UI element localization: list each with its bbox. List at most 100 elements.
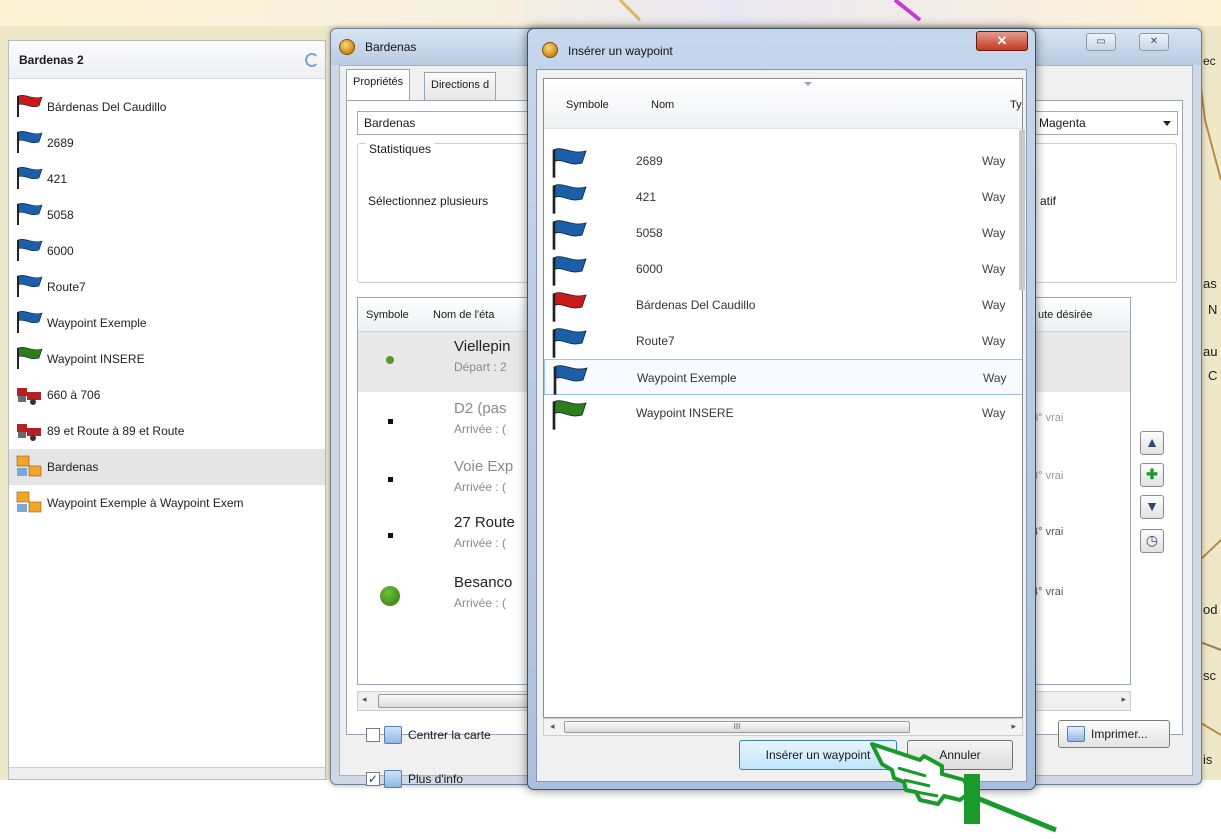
tree-item[interactable]: 421 <box>9 161 325 197</box>
waypoint-name: Waypoint INSERE <box>636 406 734 420</box>
tree-item-label: 2689 <box>47 136 74 150</box>
waypoint-row[interactable]: 5058 Way <box>544 215 1022 251</box>
column-symbol[interactable]: Symbole <box>366 309 409 321</box>
waypoint-row[interactable]: 2689 Way <box>544 143 1022 179</box>
scroll-thumb[interactable] <box>378 694 528 708</box>
waypoint-list-header: Symbole Nom Ty <box>544 79 1022 129</box>
column-name[interactable]: Nom de l'éta <box>433 309 494 321</box>
point-icon <box>388 477 393 482</box>
route-point-name: D2 (pas <box>454 400 507 417</box>
close-button[interactable]: ✕ <box>1139 33 1169 51</box>
tree-item[interactable]: 6000 <box>9 233 325 269</box>
waypoint-type: Way <box>982 334 1006 348</box>
blue-flag-icon <box>15 238 45 264</box>
column-name[interactable]: Nom <box>651 99 674 111</box>
route-point-subtitle: Arrivée : ( <box>454 422 507 436</box>
clock-button[interactable]: ◷ <box>1140 529 1164 553</box>
column-symbol[interactable]: Symbole <box>566 99 609 111</box>
tab-directions[interactable]: Directions d <box>424 72 497 100</box>
tree-item-label: Waypoint Exemple à Waypoint Exem <box>47 496 244 510</box>
route-point-heading: 4° vrai <box>1032 586 1064 598</box>
panel-title: Bardenas 2 <box>19 52 84 67</box>
sort-indicator-icon <box>804 82 812 86</box>
waypoint-row[interactable]: 6000 Way <box>544 251 1022 287</box>
tab-properties[interactable]: Propriétés <box>346 69 411 101</box>
waypoint-name: Bárdenas Del Caudillo <box>636 298 756 312</box>
tree-item[interactable]: Route7 <box>9 269 325 305</box>
move-down-button[interactable]: ▼ <box>1140 495 1164 519</box>
map-label: C <box>1208 368 1218 383</box>
point-icon <box>388 533 393 538</box>
scroll-left-icon[interactable]: ◂ <box>362 694 367 705</box>
blue-flag-icon <box>15 130 45 156</box>
dialog-client: Symbole Nom Ty 2689 Way 421 Way 5058 Way 6000 W… <box>536 69 1027 782</box>
tree-item[interactable]: 89 et Route à 89 et Route <box>9 413 325 449</box>
map-label: od <box>1203 602 1218 617</box>
window-title: Bardenas <box>365 40 417 54</box>
waypoint-type: Way <box>982 262 1006 276</box>
route-name-field[interactable]: Bardenas <box>357 111 532 135</box>
statistics-value: atif <box>1040 194 1057 208</box>
waypoint-row[interactable]: Route7 Way <box>544 323 1022 359</box>
waypoint-list: Symbole Nom Ty 2689 Way 421 Way 5058 Way 6000 W… <box>543 78 1023 718</box>
map-label: N <box>1208 302 1218 317</box>
tree-item[interactable]: Bardenas <box>9 449 325 485</box>
chevron-down-icon <box>1163 121 1171 126</box>
center-map-checkbox[interactable] <box>366 728 380 742</box>
route-point-subtitle: Arrivée : ( <box>454 480 507 494</box>
route-point-subtitle: Arrivée : ( <box>454 536 507 550</box>
tree-item[interactable]: 5058 <box>9 197 325 233</box>
print-button[interactable]: Imprimer... <box>1058 720 1170 748</box>
insert-waypoint-dialog: Insérer un waypoint ✕ Symbole Nom Ty 268… <box>527 28 1036 790</box>
tree-list: Bárdenas Del Caudillo 2689 421 5058 6000 Rout… <box>9 79 325 521</box>
tree-item[interactable]: 660 à 706 <box>9 377 325 413</box>
tree-item[interactable]: Waypoint INSERE <box>9 341 325 377</box>
tree-item[interactable]: 2689 <box>9 125 325 161</box>
tree-item[interactable]: Waypoint Exemple <box>9 305 325 341</box>
center-map-icon <box>384 726 402 744</box>
add-button[interactable]: ✚ <box>1140 463 1164 487</box>
print-label: Imprimer... <box>1091 727 1148 741</box>
route-point-subtitle: Départ : 2 <box>454 360 507 374</box>
waypoint-type: Way <box>982 226 1006 240</box>
blue-flag-icon <box>550 327 590 359</box>
column-heading[interactable]: ute désirée <box>1038 309 1092 321</box>
tree-item-label: Route7 <box>47 280 86 294</box>
route-point-heading: 4° vrai <box>1032 526 1064 538</box>
more-info-checkbox[interactable]: ✓ <box>366 772 380 786</box>
route-icon <box>15 490 45 516</box>
refresh-icon[interactable] <box>305 53 319 67</box>
tree-item-label: Waypoint Exemple <box>47 316 147 330</box>
restore-button[interactable]: ▭ <box>1086 33 1116 51</box>
blue-flag-icon <box>15 274 45 300</box>
waypoint-type: Way <box>982 298 1006 312</box>
scroll-left-icon[interactable]: ◂ <box>550 721 555 732</box>
tree-item-label: 660 à 706 <box>47 388 101 402</box>
statistics-text: Sélectionnez plusieurs <box>368 194 489 208</box>
tree-item[interactable]: Waypoint Exemple à Waypoint Exem <box>9 485 325 521</box>
list-vertical-scrollbar[interactable] <box>1019 130 1025 290</box>
more-info-icon <box>384 770 402 788</box>
scroll-thumb[interactable]: III <box>564 721 910 733</box>
end-point-icon <box>380 586 400 606</box>
blue-flag-icon <box>550 147 590 179</box>
move-up-button[interactable]: ▲ <box>1140 431 1164 455</box>
printer-icon <box>1067 726 1085 742</box>
dialog-close-button[interactable]: ✕ <box>976 31 1028 51</box>
route-icon <box>15 454 45 480</box>
tree-item-label: 6000 <box>47 244 74 258</box>
map-label: ec <box>1203 54 1216 68</box>
route-color-select[interactable]: Magenta <box>1032 111 1178 135</box>
scroll-right-icon[interactable]: ▸ <box>1011 721 1016 732</box>
column-type[interactable]: Ty <box>1010 99 1022 111</box>
dialog-horizontal-scrollbar[interactable]: ◂ III ▸ <box>543 718 1023 736</box>
waypoint-row[interactable]: Waypoint Exemple Way <box>544 359 1022 395</box>
waypoint-row[interactable]: Waypoint INSERE Way <box>544 395 1022 431</box>
route-point-subtitle: Arrivée : ( <box>454 596 507 610</box>
tree-item-label: 421 <box>47 172 68 186</box>
waypoint-row[interactable]: Bárdenas Del Caudillo Way <box>544 287 1022 323</box>
statistics-legend: Statistiques <box>366 142 435 156</box>
waypoint-row[interactable]: 421 Way <box>544 179 1022 215</box>
scroll-right-icon[interactable]: ▸ <box>1121 694 1126 705</box>
tree-item[interactable]: Bárdenas Del Caudillo <box>9 89 325 125</box>
